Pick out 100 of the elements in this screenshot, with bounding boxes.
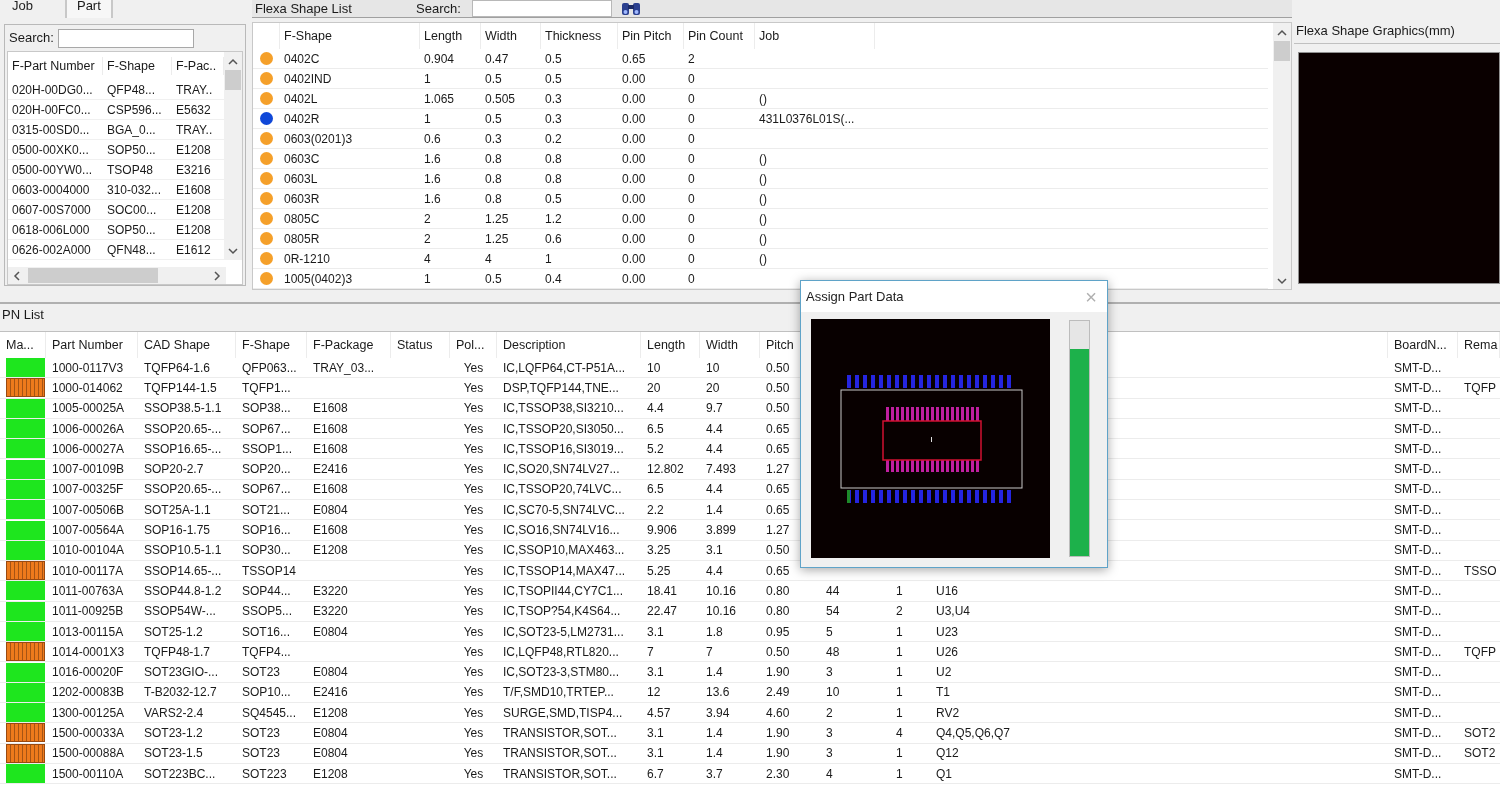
table-cell-text: SOT23 bbox=[241, 725, 281, 742]
table-cell-text: 0.47 bbox=[484, 50, 510, 68]
table-cell-text: U3,U4 bbox=[935, 603, 971, 621]
table-cell-text: 4 bbox=[423, 250, 432, 268]
table-cell-text: IC,SC70-5,SN74LVC... bbox=[502, 501, 626, 519]
column-header[interactable]: F-Shape bbox=[103, 56, 172, 76]
table-cell-text: SMT-D... bbox=[1393, 562, 1443, 580]
search-field[interactable] bbox=[57, 28, 194, 48]
table-cell-text: E5632 bbox=[175, 101, 212, 119]
table-cell-text: 2 bbox=[423, 230, 432, 248]
table-cell-text: 0.3 bbox=[484, 130, 503, 148]
column-header[interactable]: Rema bbox=[1458, 332, 1500, 358]
table-cell-text: Q12 bbox=[935, 745, 960, 763]
table-cell-text: 1.27 bbox=[765, 461, 791, 479]
table-cell-text: 12.802 bbox=[646, 461, 685, 479]
column-header[interactable]: Description bbox=[497, 332, 641, 358]
column-header[interactable]: F-Package bbox=[307, 332, 391, 358]
scrollbar[interactable] bbox=[1273, 23, 1291, 289]
table-cell-text: 22.47 bbox=[646, 603, 679, 621]
table-cell-text: 0805R bbox=[283, 230, 321, 248]
table-cell-text: Yes bbox=[462, 664, 485, 682]
column-header[interactable]: Pin Count bbox=[684, 23, 755, 49]
table-cell-text: 0.65 bbox=[765, 501, 791, 519]
table-cell-text: SOT223BC... bbox=[143, 765, 217, 783]
table-cell-text: () bbox=[758, 150, 768, 168]
tab[interactable]: Part bbox=[64, 0, 113, 18]
binoculars-icon[interactable] bbox=[620, 0, 642, 17]
table-cell-text: SMT-D... bbox=[1393, 765, 1443, 783]
table-cell-text: 6.5 bbox=[646, 481, 665, 499]
table-cell-text: E3220 bbox=[312, 603, 349, 621]
table-cell-text: 0.65 bbox=[621, 50, 647, 68]
column-header[interactable]: CAD Shape bbox=[138, 332, 236, 358]
table-cell-text: 1500-00110A bbox=[51, 765, 125, 783]
table-cell-text: TQFP4... bbox=[241, 643, 292, 661]
table-cell-text: 0.00 bbox=[621, 190, 647, 208]
table-cell-text: TQFP1... bbox=[241, 379, 292, 397]
table-cell-text: T1 bbox=[935, 684, 951, 702]
column-header[interactable]: Pin Pitch bbox=[618, 23, 684, 49]
table-cell-text: 3.94 bbox=[705, 704, 731, 722]
column-header[interactable]: F-Part Number bbox=[8, 56, 103, 76]
table-cell-text: () bbox=[758, 90, 768, 108]
column-header[interactable]: Job bbox=[755, 23, 875, 49]
tab[interactable]: Job bbox=[8, 0, 37, 16]
table-cell-text: Yes bbox=[462, 379, 485, 397]
scroll-up-icon[interactable] bbox=[1277, 29, 1287, 37]
scroll-thumb[interactable] bbox=[225, 70, 241, 90]
column-header[interactable]: Pol... bbox=[450, 332, 497, 358]
table-cell-text: 1007-00109B bbox=[51, 461, 126, 479]
table-cell-text: Yes bbox=[462, 400, 485, 418]
table-cell-text: 10 bbox=[646, 359, 662, 377]
table-cell-text: Q1 bbox=[935, 765, 953, 783]
column-header[interactable]: Status bbox=[391, 332, 450, 358]
table-cell-text: E0804 bbox=[312, 623, 349, 641]
table-cell-text: 1006-00026A bbox=[51, 420, 126, 438]
table-cell-text: SMT-D... bbox=[1393, 725, 1443, 742]
table-cell-text: 0.6 bbox=[544, 230, 563, 248]
scroll-thumb[interactable] bbox=[28, 268, 158, 283]
table-cell-text: SMT-D... bbox=[1393, 704, 1443, 722]
scroll-down-icon[interactable] bbox=[228, 247, 238, 255]
table-cell-text: TRANSISTOR,SOT... bbox=[502, 765, 618, 783]
table-cell-text: 0500-00XK0... bbox=[11, 141, 90, 159]
table-cell-text: Yes bbox=[462, 684, 485, 702]
table-cell-text: 1.25 bbox=[484, 230, 510, 248]
column-header[interactable]: Width bbox=[481, 23, 541, 49]
table-cell-text: TQFP64-1.6 bbox=[143, 359, 212, 377]
panel-title: Flexa Shape List bbox=[254, 0, 353, 18]
table-cell-text: T-B2032-12.7 bbox=[143, 684, 218, 702]
column-header[interactable]: Part Number bbox=[46, 332, 138, 358]
table-cell-text: Yes bbox=[462, 522, 485, 539]
column-header[interactable]: Length bbox=[641, 332, 700, 358]
scroll-down-icon[interactable] bbox=[1277, 277, 1287, 285]
table-cell-text: 1500-00033A bbox=[51, 725, 126, 742]
table-cell-text: SMT-D... bbox=[1393, 582, 1443, 600]
table-cell-text: 7.493 bbox=[705, 461, 738, 479]
column-header[interactable]: Width bbox=[700, 332, 760, 358]
table-cell-text: 1.25 bbox=[484, 210, 510, 228]
column-header[interactable]: Length bbox=[420, 23, 481, 49]
column-header[interactable]: F-Shape bbox=[280, 23, 420, 49]
table-cell-text: SOT23 bbox=[241, 745, 281, 763]
table-cell-text: IC,TSSOP14,MAX47... bbox=[502, 562, 627, 580]
table-cell-text: Yes bbox=[462, 765, 485, 783]
table-cell-text: SSOP16.65-... bbox=[143, 440, 223, 458]
search-field[interactable] bbox=[472, 0, 612, 17]
scroll-thumb[interactable] bbox=[1274, 41, 1290, 61]
column-header[interactable]: BoardN... bbox=[1388, 332, 1458, 358]
column-header[interactable]: F-Shape bbox=[236, 332, 307, 358]
column-header[interactable]: Thickness bbox=[541, 23, 618, 49]
table-cell-text: Yes bbox=[462, 582, 485, 600]
scrollbar[interactable] bbox=[8, 267, 226, 284]
search-label: Search: bbox=[9, 29, 54, 48]
scroll-up-icon[interactable] bbox=[228, 58, 238, 66]
scroll-right-icon[interactable] bbox=[213, 271, 221, 281]
scroll-left-icon[interactable] bbox=[13, 271, 21, 281]
table-cell-text: BGA_0... bbox=[106, 121, 157, 139]
table-cell-text: 0402R bbox=[283, 110, 321, 128]
scrollbar[interactable] bbox=[224, 52, 242, 259]
table-cell-text: TQFP bbox=[1463, 379, 1497, 397]
table-cell-text: SURGE,SMD,TISP4... bbox=[502, 704, 624, 722]
panel-title: Flexa Shape Graphics(mm) bbox=[1294, 18, 1500, 44]
table-cell-text: SMT-D... bbox=[1393, 359, 1443, 377]
